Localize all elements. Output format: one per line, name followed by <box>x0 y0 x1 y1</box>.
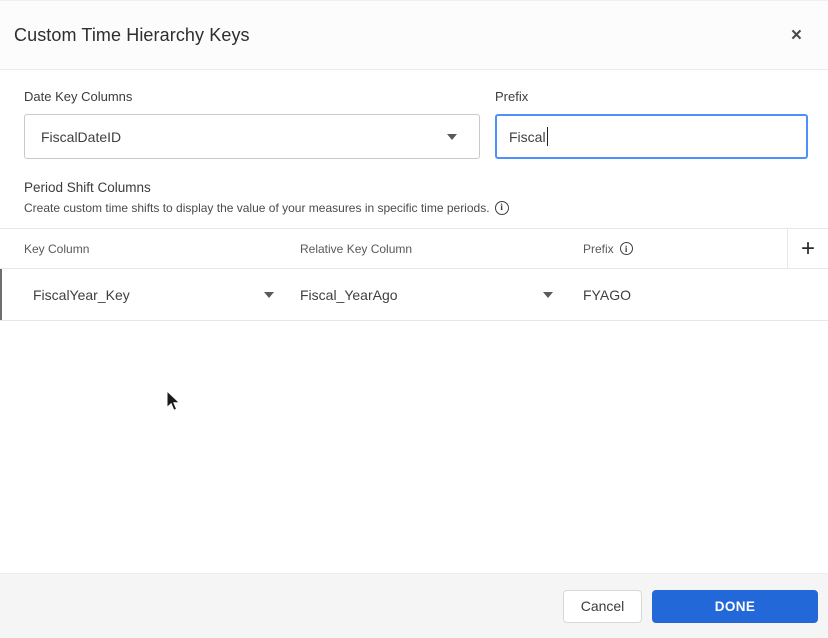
header-key-column: Key Column <box>24 241 90 256</box>
dialog-body: Date Key Columns FiscalDateID Prefix Fis… <box>0 70 828 215</box>
chevron-down-icon <box>543 291 553 298</box>
table-row: FiscalYear_Key Fiscal_YearAgo FYAGO <box>0 269 828 321</box>
key-column-value: FiscalYear_Key <box>33 286 130 303</box>
custom-time-hierarchy-dialog: Custom Time Hierarchy Keys × Date Key Co… <box>0 0 828 638</box>
header-prefix: Prefix i <box>583 242 787 256</box>
relative-key-column-value: Fiscal_YearAgo <box>300 286 398 303</box>
info-icon[interactable]: i <box>494 200 509 215</box>
table-header-row: Key Column Relative Key Column Prefix i … <box>0 228 828 269</box>
close-icon[interactable]: × <box>787 22 806 49</box>
prefix-label: Prefix <box>495 89 529 104</box>
info-icon[interactable]: i <box>619 242 633 255</box>
dialog-empty-area <box>0 321 828 573</box>
date-key-columns-label: Date Key Columns <box>24 89 133 104</box>
prefix-input-value: Fiscal <box>509 128 546 145</box>
row-prefix-value[interactable]: FYAGO <box>583 287 787 303</box>
chevron-down-icon <box>447 133 457 140</box>
date-key-columns-select[interactable]: FiscalDateID <box>24 114 480 159</box>
relative-key-column-select[interactable]: Fiscal_YearAgo <box>300 287 583 303</box>
dialog-title: Custom Time Hierarchy Keys <box>14 24 250 45</box>
header-relative-key-column: Relative Key Column <box>300 241 413 256</box>
chevron-down-icon <box>264 291 274 298</box>
date-key-field: Date Key Columns FiscalDateID <box>24 89 480 159</box>
add-row-cell: + <box>787 229 828 268</box>
text-cursor <box>546 127 549 146</box>
dialog-header: Custom Time Hierarchy Keys × <box>0 1 828 70</box>
date-key-columns-value: FiscalDateID <box>41 128 122 145</box>
prefix-input[interactable]: Fiscal <box>495 114 808 159</box>
prefix-field: Prefix Fiscal <box>495 89 808 159</box>
period-shift-description: Create custom time shifts to display the… <box>24 200 808 215</box>
key-column-select[interactable]: FiscalYear_Key <box>0 287 300 303</box>
add-row-button[interactable]: + <box>801 236 815 261</box>
done-button[interactable]: DONE <box>652 589 818 623</box>
row-selection-indicator <box>0 269 2 320</box>
dialog-footer: Cancel DONE <box>0 573 828 638</box>
period-shift-table: Key Column Relative Key Column Prefix i … <box>0 228 828 321</box>
mouse-cursor-icon <box>166 390 181 411</box>
period-shift-title: Period Shift Columns <box>24 180 151 195</box>
cancel-button[interactable]: Cancel <box>563 589 642 623</box>
